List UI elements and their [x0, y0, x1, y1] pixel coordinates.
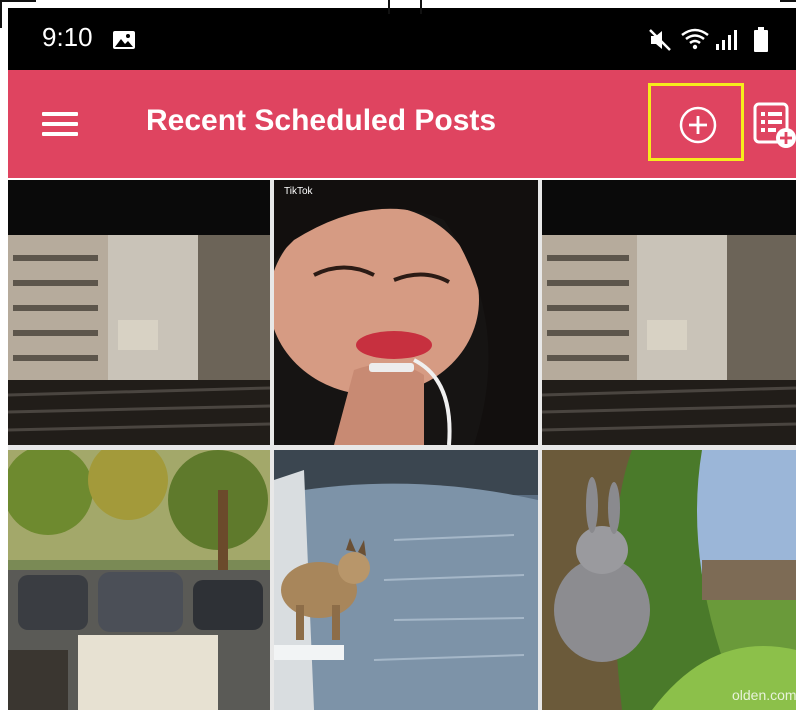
- menu-icon[interactable]: [42, 110, 78, 138]
- post-thumbnail[interactable]: [542, 180, 796, 445]
- posts-grid: TikTok olden.com: [8, 180, 796, 710]
- signal-icon: [716, 30, 737, 50]
- add-post-icon: [679, 106, 717, 144]
- page-title: Recent Scheduled Posts: [146, 104, 497, 137]
- post-thumbnail[interactable]: olden.com: [542, 450, 796, 710]
- app-bar: Recent Scheduled Posts: [8, 70, 796, 178]
- post-thumbnail[interactable]: [274, 450, 538, 710]
- post-thumbnail[interactable]: TikTok: [274, 180, 538, 445]
- crop-mark: [420, 0, 422, 14]
- crop-mark: [388, 0, 390, 14]
- crop-mark: [0, 0, 2, 28]
- add-post-button[interactable]: [648, 83, 744, 161]
- post-thumbnail[interactable]: [8, 180, 270, 445]
- battery-icon: [754, 27, 768, 52]
- crop-mark: [780, 0, 796, 2]
- post-thumbnail[interactable]: [8, 450, 270, 710]
- wifi-icon: [681, 28, 709, 50]
- video-watermark: olden.com: [732, 687, 796, 703]
- status-time: 9:10: [42, 22, 93, 52]
- tiktok-watermark: TikTok: [284, 186, 314, 197]
- status-bar: 9:10: [8, 8, 796, 70]
- phone-screen: 9:10 Recent Scheduled Posts TikTok olden…: [8, 8, 796, 710]
- schedule-list-icon: [753, 102, 796, 148]
- crop-mark: [0, 0, 36, 2]
- gallery-icon: [113, 31, 135, 49]
- schedule-list-button[interactable]: [752, 100, 796, 150]
- mute-icon: [649, 29, 671, 51]
